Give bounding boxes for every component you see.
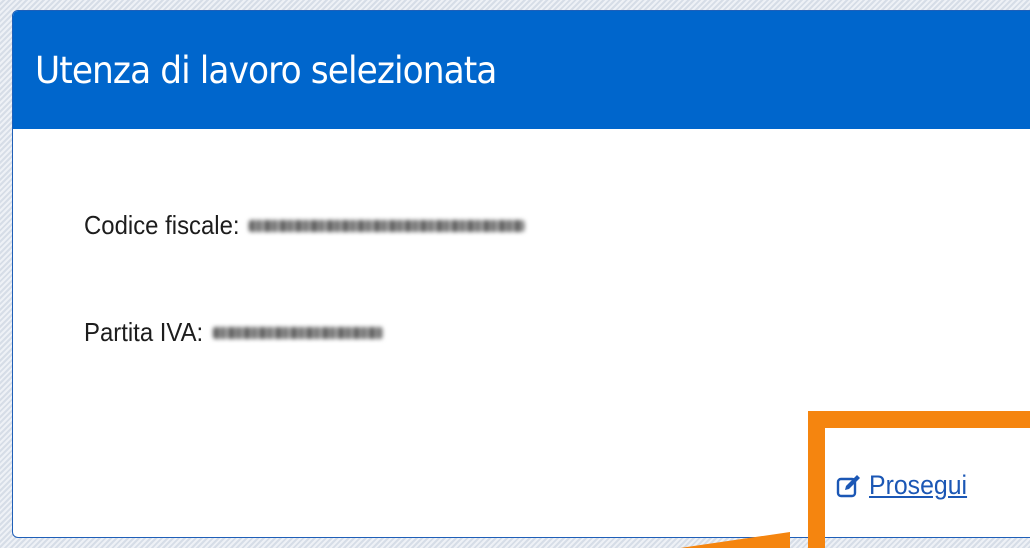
dialog-title: Utenza di lavoro selezionata	[35, 48, 497, 92]
partita-iva-value-redacted	[212, 326, 383, 339]
partita-iva-label: Partita IVA:	[84, 317, 204, 347]
partita-iva-row: Partita IVA:	[84, 317, 383, 348]
prosegui-label: Prosegui	[869, 470, 968, 500]
codice-fiscale-row: Codice fiscale:	[84, 210, 525, 241]
codice-fiscale-value-redacted	[248, 219, 525, 232]
edit-icon	[836, 473, 862, 499]
dialog-header: Utenza di lavoro selezionata	[13, 11, 1030, 129]
codice-fiscale-label: Codice fiscale:	[84, 210, 240, 240]
prosegui-link[interactable]: Prosegui	[836, 470, 976, 501]
